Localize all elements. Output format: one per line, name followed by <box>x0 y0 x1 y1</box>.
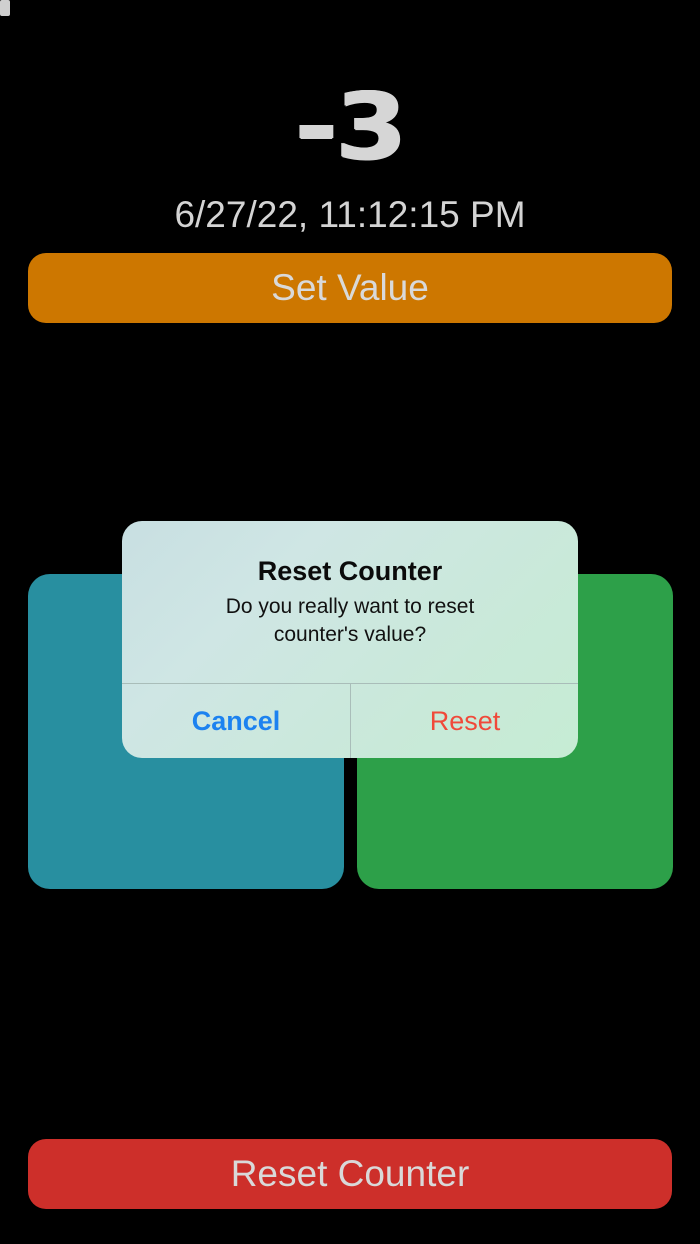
last-updated-timestamp: 6/27/22, 11:12:15 PM <box>174 194 526 235</box>
reset-counter-label: Reset Counter <box>230 1153 470 1194</box>
reset-counter-button[interactable]: Reset Counter <box>28 1139 672 1209</box>
reset-button[interactable]: Reset <box>351 684 579 758</box>
alert-message: Do you really want to reset counter's va… <box>122 593 578 649</box>
reset-label: Reset <box>429 705 501 736</box>
plus-icon <box>0 0 10 16</box>
cancel-label: Cancel <box>191 705 281 736</box>
counter-value: -3 <box>294 73 407 180</box>
cancel-button[interactable]: Cancel <box>122 684 350 758</box>
alert-message-line-2: counter's value? <box>273 623 427 646</box>
set-value-label: Set Value <box>271 267 429 308</box>
set-value-button[interactable]: Set Value <box>28 253 672 323</box>
alert-message-line-1: Do you really want to reset <box>225 595 475 618</box>
alert-title: Reset Counter <box>257 556 443 586</box>
